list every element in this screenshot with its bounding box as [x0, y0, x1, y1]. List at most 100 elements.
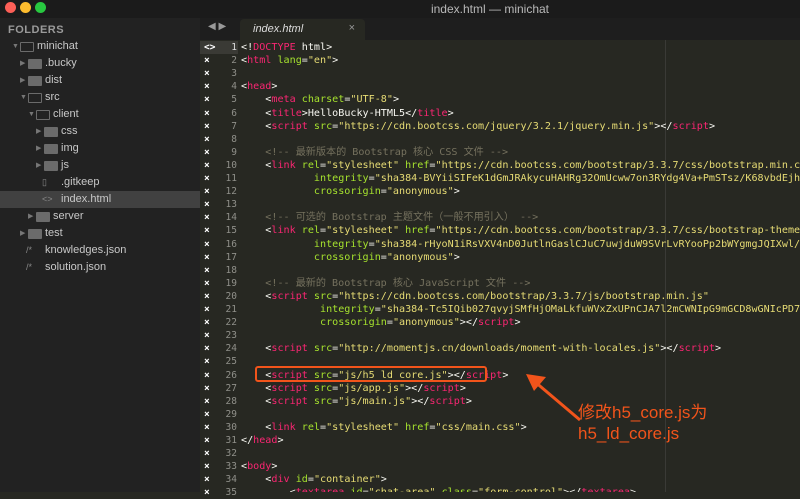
- code-token: head: [253, 435, 277, 446]
- sidebar-item-server[interactable]: ▶server: [0, 208, 200, 225]
- line-number: ×22: [200, 316, 238, 329]
- sidebar-item-client[interactable]: ▼client: [0, 106, 200, 123]
- sidebar-item-src[interactable]: ▼ src: [0, 89, 200, 106]
- sidebar-item-knowledges-json[interactable]: /*knowledges.json: [0, 242, 200, 259]
- code-line[interactable]: integrity="sha384-rHyoN1iRsVXV4nD0JutlnG…: [241, 238, 800, 251]
- sidebar-item-test[interactable]: ▶test: [0, 225, 200, 242]
- line-number-text: 16: [226, 238, 237, 251]
- sidebar-item-solution-json[interactable]: /*solution.json: [0, 259, 200, 276]
- code-line[interactable]: </head>: [241, 434, 284, 447]
- code-token: src: [308, 383, 332, 394]
- disclosure-closed-icon[interactable]: ▶: [36, 123, 41, 140]
- disclosure-closed-icon[interactable]: ▶: [20, 225, 25, 242]
- code-line[interactable]: <head>: [241, 80, 277, 93]
- sidebar-item-index-html[interactable]: <>index.html: [0, 191, 200, 208]
- sidebar-item-label: js: [61, 157, 69, 174]
- line-number-text: 11: [226, 172, 237, 185]
- code-token: "js/app.js": [338, 383, 405, 394]
- code-line[interactable]: <!-- 最新的 Bootstrap 核心 JavaScript 文件 -->: [241, 277, 530, 290]
- sidebar-item-label: solution.json: [45, 259, 106, 276]
- code-token: src: [308, 121, 332, 132]
- code-line[interactable]: <!-- 可选的 Bootstrap 主题文件（一般不用引入） -->: [241, 211, 538, 224]
- code-line[interactable]: integrity="sha384-BVYiiSIFeK1dGmJRAkycuH…: [241, 172, 800, 185]
- code-token: <: [241, 343, 271, 354]
- sidebar-item-minichat[interactable]: ▼minichat: [0, 38, 200, 55]
- code-line[interactable]: <link rel="stylesheet" href="https://cdn…: [241, 159, 800, 172]
- code-token: <!-- 最新的 Bootstrap 核心 JavaScript 文件 -->: [241, 278, 530, 289]
- line-number: ×9: [200, 146, 238, 159]
- tab-nav-arrows-icon[interactable]: ◀ ▶: [208, 21, 226, 32]
- code-line[interactable]: <!-- 最新版本的 Bootstrap 核心 CSS 文件 -->: [241, 146, 508, 159]
- code-line[interactable]: crossorigin="anonymous">: [241, 251, 460, 264]
- line-number: ×18: [200, 264, 238, 277]
- code-line[interactable]: <script src="https://cdn.bootcss.com/boo…: [241, 290, 709, 303]
- code-token: src: [308, 396, 332, 407]
- code-line[interactable]: <!DOCTYPE html>: [241, 41, 332, 54]
- code-line[interactable]: integrity="sha384-Tc5IQib027qvyjSMfHjOMa…: [241, 303, 800, 316]
- title-bar: index.html — minichat: [0, 0, 800, 18]
- tab-label: index.html: [253, 23, 303, 35]
- code-line[interactable]: <link rel="stylesheet" href="https://cdn…: [241, 224, 800, 237]
- code-token: src: [308, 291, 332, 302]
- code-token: >: [709, 121, 715, 132]
- modified-marker-icon: ×: [204, 382, 210, 395]
- code-line[interactable]: <script src="js/main.js"></script>: [241, 395, 472, 408]
- sidebar-item-css[interactable]: ▶ css: [0, 123, 200, 140]
- modified-marker-icon: ×: [204, 238, 210, 251]
- disclosure-open-icon[interactable]: ▼: [28, 106, 35, 123]
- sidebar-item-dist[interactable]: ▶dist: [0, 72, 200, 89]
- line-number-text: 22: [226, 316, 237, 329]
- code-line[interactable]: <meta charset="UTF-8">: [241, 93, 399, 106]
- disclosure-open-icon[interactable]: ▼: [12, 38, 19, 55]
- disclosure-closed-icon[interactable]: ▶: [20, 72, 25, 89]
- modified-marker-icon: ×: [204, 421, 210, 434]
- line-number: ×7: [200, 120, 238, 133]
- code-line[interactable]: <title>HelloBucky-HTML5</title>: [241, 107, 454, 120]
- tab-index-html[interactable]: index.html ×: [240, 19, 365, 40]
- sidebar-item-js[interactable]: ▶ js: [0, 157, 200, 174]
- code-line[interactable]: <textarea id="chat-area" class="form-con…: [241, 486, 636, 492]
- line-number-text: 14: [226, 211, 237, 224]
- sidebar-item-bucky[interactable]: ▶.bucky: [0, 55, 200, 72]
- code-line[interactable]: <body>: [241, 460, 277, 473]
- sidebar-item-label: src: [45, 89, 60, 106]
- sidebar-item-img[interactable]: ▶img: [0, 140, 200, 157]
- code-token: script: [271, 396, 307, 407]
- disclosure-open-icon[interactable]: ▼: [20, 89, 27, 106]
- code-token: title: [271, 108, 301, 119]
- sidebar-item-gitkeep[interactable]: ▯.gitkeep: [0, 174, 200, 191]
- modified-marker-icon: ×: [204, 434, 210, 447]
- sidebar-item-label: css: [61, 123, 78, 140]
- code-token: <: [241, 225, 271, 236]
- disclosure-closed-icon[interactable]: ▶: [36, 140, 41, 157]
- code-line[interactable]: crossorigin="anonymous">: [241, 185, 460, 198]
- code-token: script: [429, 396, 465, 407]
- code-token: crossorigin: [241, 186, 381, 197]
- code-token: "stylesheet": [326, 422, 399, 433]
- modified-marker-icon: ×: [204, 251, 210, 264]
- code-line[interactable]: crossorigin="anonymous"></script>: [241, 316, 521, 329]
- code-line[interactable]: <script src="js/app.js"></script>: [241, 382, 466, 395]
- code-token: lang: [271, 55, 301, 66]
- tab-close-icon[interactable]: ×: [349, 22, 355, 34]
- code-token: >: [715, 343, 721, 354]
- line-number: ×19: [200, 277, 238, 290]
- modified-marker-icon: ×: [204, 107, 210, 120]
- code-token: charset: [296, 94, 345, 105]
- tab-bar: ◀ ▶ index.html ×: [200, 18, 800, 40]
- line-number: ×15: [200, 224, 238, 237]
- code-token: "stylesheet": [326, 160, 399, 171]
- line-number: ×6: [200, 107, 238, 120]
- code-line[interactable]: <link rel="stylesheet" href="css/main.cs…: [241, 421, 527, 434]
- code-token: link: [271, 225, 295, 236]
- line-number-text: 2: [231, 54, 237, 67]
- modified-marker-icon: ×: [204, 93, 210, 106]
- code-token: ></: [460, 317, 478, 328]
- disclosure-closed-icon[interactable]: ▶: [36, 157, 41, 174]
- code-line[interactable]: <script src="https://cdn.bootcss.com/jqu…: [241, 120, 715, 133]
- disclosure-closed-icon[interactable]: ▶: [20, 55, 25, 72]
- code-line[interactable]: <div id="container">: [241, 473, 387, 486]
- code-line[interactable]: <html lang="en">: [241, 54, 338, 67]
- disclosure-closed-icon[interactable]: ▶: [28, 208, 33, 225]
- code-line[interactable]: <script src="http://momentjs.cn/download…: [241, 342, 721, 355]
